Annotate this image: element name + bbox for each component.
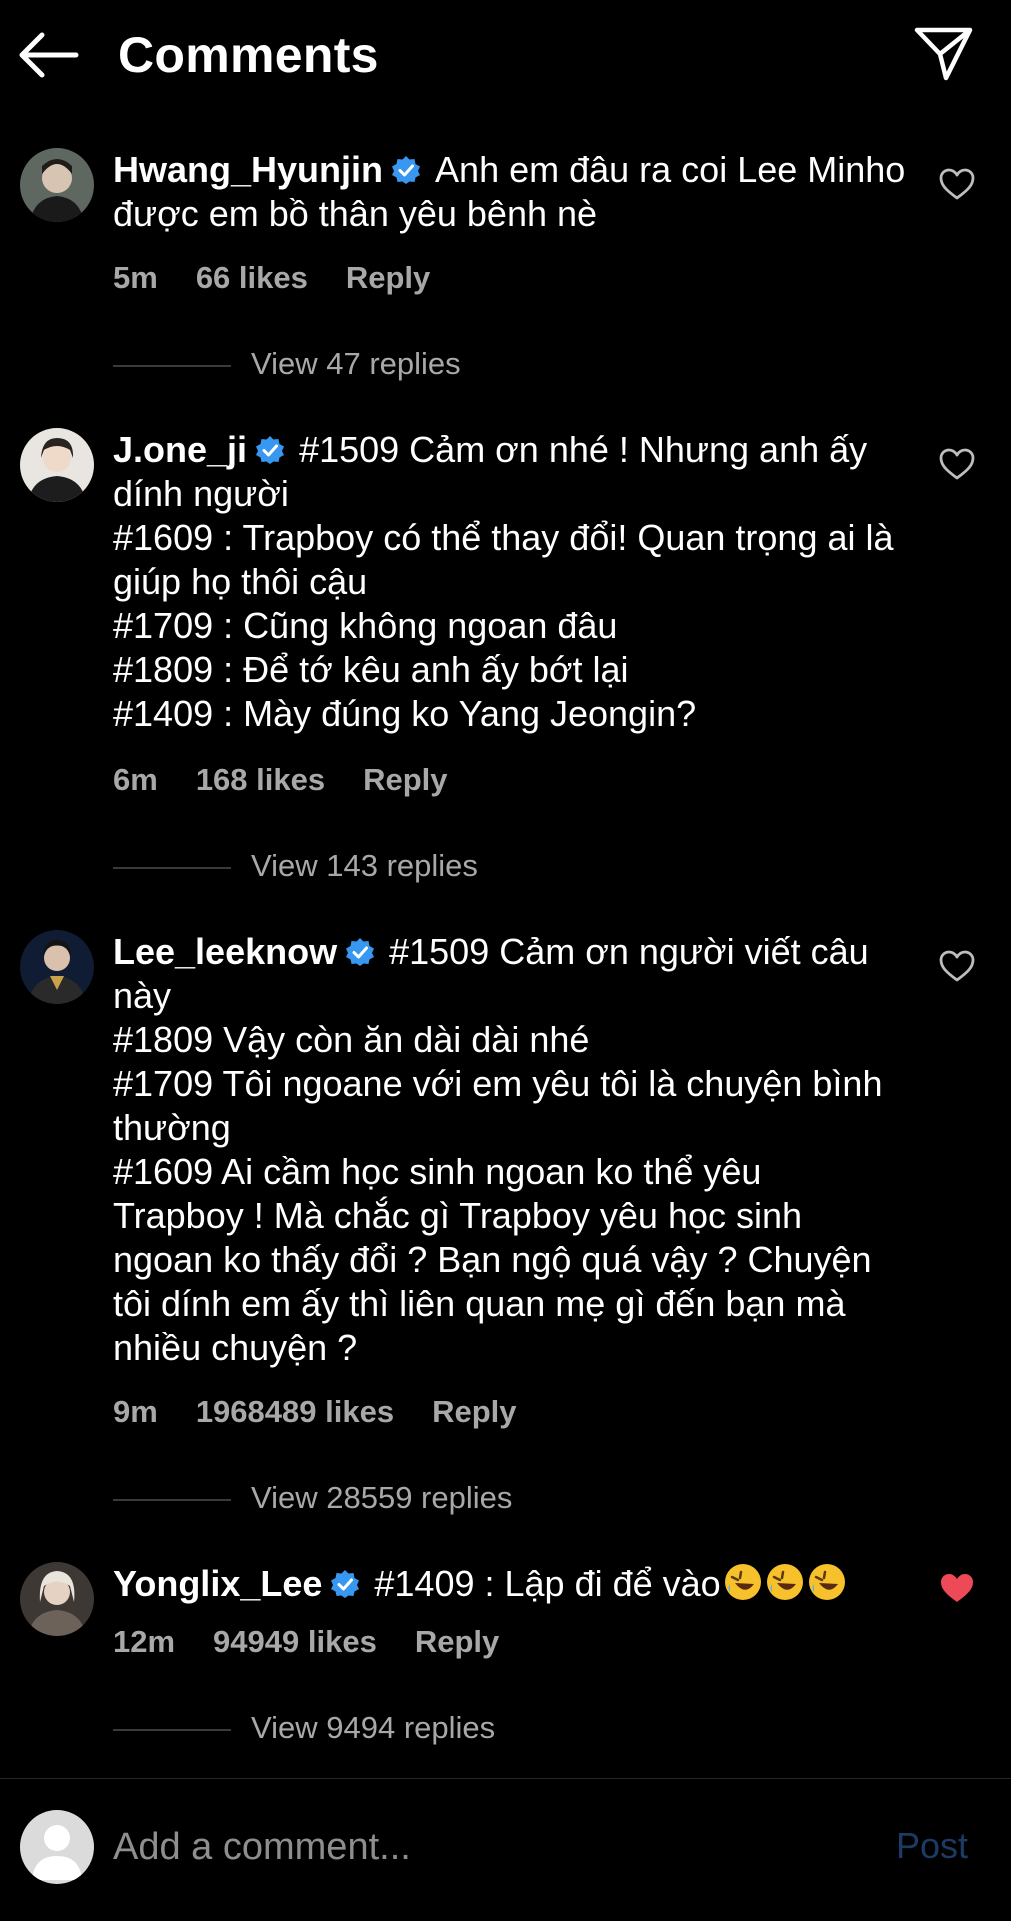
view-replies-link[interactable]: View 28559 replies [113, 1480, 512, 1520]
avatar[interactable] [20, 930, 94, 1004]
comment-time: 12m [113, 1624, 176, 1659]
divider-line [113, 1498, 231, 1501]
comment-line: dính người [113, 473, 289, 514]
paper-plane-icon [914, 27, 973, 81]
username[interactable]: Hwang_Hyunjin [113, 149, 383, 190]
avatar-photo [20, 930, 94, 1004]
comment-meta: 12m 94949 likes Reply [113, 1624, 537, 1664]
avatar[interactable] [20, 148, 94, 222]
comment-time: 9m [113, 1394, 158, 1429]
divider-line [113, 364, 231, 367]
rolling-laughing-emoji [766, 1564, 803, 1600]
header-bar: Comments [0, 0, 1011, 112]
comment-meta: 5m 66 likes Reply [113, 260, 468, 300]
comment-line: #1609 : Trapboy có thể thay đổi! Quan tr… [113, 517, 894, 558]
view-replies-label: View 28559 replies [251, 1480, 513, 1515]
comment-text: Yonglix_Lee #1409 : Lập đi để vào [113, 1562, 923, 1606]
divider-line [113, 866, 231, 869]
like-count[interactable]: 1968489 likes [196, 1394, 394, 1429]
username[interactable]: J.one_ji [113, 429, 247, 470]
comment-line: ngoan ko thấy đổi ? Bạn ngộ quá vậy ? Ch… [113, 1239, 872, 1280]
comment-text: Hwang_Hyunjin Anh em đâu ra coi Lee Minho… [113, 148, 923, 236]
comment-line: #1409 : Mày đúng ko Yang Jeongin? [113, 693, 697, 734]
arrow-left-icon [19, 32, 79, 78]
comment-line: giúp họ thôi cậu [113, 561, 368, 602]
comment-input[interactable] [113, 1819, 853, 1875]
reply-link[interactable]: Reply [432, 1394, 516, 1429]
view-replies-label: View 9494 replies [251, 1710, 496, 1745]
page-title: Comments [118, 27, 379, 83]
verified-badge-icon [346, 938, 375, 966]
avatar-photo [20, 148, 94, 222]
comment-line: #1809 : Để tớ kêu anh ấy bớt lại [113, 649, 629, 690]
comment-line: nhiều chuyện ? [113, 1327, 358, 1368]
comment-line: #1809 Vậy còn ăn dài dài nhé [113, 1019, 590, 1060]
heart-outline-icon [939, 950, 975, 982]
liked-button[interactable] [938, 1570, 976, 1606]
divider-line [113, 1728, 231, 1731]
username[interactable]: Yonglix_Lee [113, 1563, 322, 1604]
comment-meta: 6m 168 likes Reply [113, 762, 486, 802]
default-avatar-icon [20, 1810, 94, 1884]
avatar-photo [20, 1562, 94, 1636]
comment-line: #1509 Cảm ơn nhé ! Nhưng anh ấy [299, 429, 868, 470]
view-replies-label: View 143 replies [251, 848, 478, 883]
rolling-laughing-emoji [724, 1564, 761, 1600]
comment-line: Trapboy ! Mà chắc gì Trapboy yêu học sin… [113, 1195, 803, 1236]
rolling-laughing-emoji [808, 1564, 845, 1600]
share-button[interactable] [912, 24, 976, 84]
heart-outline-icon [939, 448, 975, 480]
like-button[interactable] [938, 948, 976, 984]
avatar[interactable] [20, 428, 94, 502]
heart-filled-icon [941, 1574, 973, 1602]
comment-text: Lee_leeknow #1509 Cảm ơn người viết câu n… [113, 930, 923, 1370]
comment-line: tôi dính em ấy thì liên quan mẹ gì đến b… [113, 1283, 846, 1324]
post-button[interactable]: Post [896, 1825, 968, 1867]
like-count[interactable]: 66 likes [196, 260, 308, 295]
comment-line: thường [113, 1107, 231, 1148]
view-replies-link[interactable]: View 143 replies [113, 848, 478, 888]
comment-time: 5m [113, 260, 158, 295]
reply-link[interactable]: Reply [363, 762, 447, 797]
like-button[interactable] [938, 166, 976, 202]
comment-line: #1709 Tôi ngoane với em yêu tôi là chuyệ… [113, 1063, 883, 1104]
comment-line: #1409 : Lập đi để vào [374, 1563, 721, 1604]
username[interactable]: Lee_leeknow [113, 931, 337, 972]
avatar[interactable] [20, 1562, 94, 1636]
comment-line: #1509 Cảm ơn người viết câu [389, 931, 869, 972]
back-button[interactable] [16, 30, 80, 80]
avatar-photo [20, 428, 94, 502]
like-button[interactable] [938, 446, 976, 482]
comment-line: này [113, 975, 172, 1016]
comment-line: #1609 Ai cầm học sinh ngoan ko thể yêu [113, 1151, 762, 1192]
heart-outline-icon [939, 168, 975, 200]
comment-line: được em bồ thân yêu bênh nè [113, 193, 598, 234]
verified-badge-icon [331, 1570, 360, 1598]
view-replies-link[interactable]: View 47 replies [113, 346, 461, 386]
view-replies-label: View 47 replies [251, 346, 461, 381]
reply-link[interactable]: Reply [346, 260, 430, 295]
like-count[interactable]: 168 likes [196, 762, 325, 797]
comment-text: J.one_ji #1509 Cảm ơn nhé ! Nhưng anh ấy … [113, 428, 923, 736]
comment-time: 6m [113, 762, 158, 797]
comment-meta: 9m 1968489 likes Reply [113, 1394, 554, 1434]
view-replies-link[interactable]: View 9494 replies [113, 1710, 495, 1750]
comment-line: #1709 : Cũng không ngoan đâu [113, 605, 618, 646]
comment-line: Anh em đâu ra coi Lee Minho [435, 149, 906, 190]
comment-composer: Post [0, 1778, 1011, 1921]
verified-badge-icon [256, 436, 285, 464]
like-count[interactable]: 94949 likes [213, 1624, 377, 1659]
my-avatar [20, 1810, 94, 1884]
verified-badge-icon [392, 156, 421, 184]
reply-link[interactable]: Reply [415, 1624, 499, 1659]
